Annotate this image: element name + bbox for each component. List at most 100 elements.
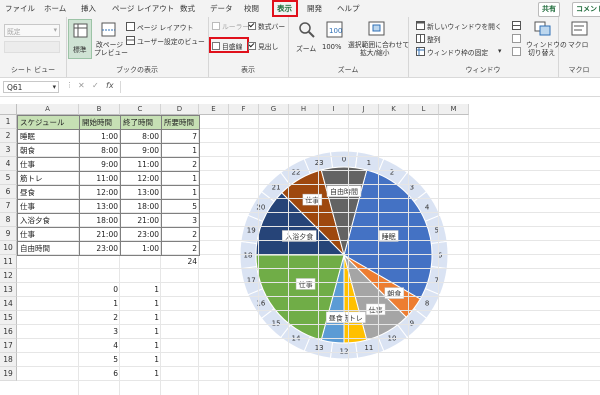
ruler-checkbox[interactable]: ルーラー (212, 21, 249, 31)
sheet-grid[interactable]: 01234567891011121314151617181920212223睡眠… (0, 104, 600, 395)
table-cell[interactable]: 12:00 (120, 171, 162, 186)
cancel-icon[interactable]: ✕ (78, 81, 85, 90)
column-header[interactable]: B (79, 104, 120, 115)
table-cell[interactable]: 8:00 (79, 143, 121, 158)
row-header[interactable]: 5 (0, 171, 17, 185)
menu-file[interactable]: ファイル (5, 3, 35, 14)
column-header[interactable]: D (161, 104, 199, 115)
hour-size-cell[interactable]: 1 (120, 367, 161, 381)
menu-insert[interactable]: 挿入 (81, 3, 96, 14)
menu-developer[interactable]: 開発 (307, 3, 322, 14)
column-header[interactable]: E (199, 104, 229, 115)
menu-home[interactable]: ホーム (44, 3, 66, 14)
hour-cell[interactable]: 1 (79, 297, 120, 311)
table-cell[interactable]: 9:00 (120, 143, 162, 158)
table-cell[interactable]: 11:00 (120, 157, 162, 172)
normal-view-button[interactable]: 標準 (68, 19, 92, 59)
hide-button[interactable] (512, 34, 524, 44)
column-header[interactable]: M (439, 104, 469, 115)
row-header[interactable]: 3 (0, 143, 17, 157)
zoom-100-button[interactable]: 100 100% (322, 19, 346, 55)
column-header[interactable]: K (379, 104, 409, 115)
column-header[interactable]: A (17, 104, 79, 115)
table-cell[interactable]: 昼食 (17, 185, 80, 200)
new-window-button[interactable]: 新しいウィンドウを開く (416, 21, 508, 31)
comment-button[interactable]: コメント (572, 2, 600, 17)
table-cell[interactable]: 1 (161, 171, 200, 186)
table-cell[interactable]: 朝食 (17, 143, 80, 158)
custom-views-button[interactable]: ユーザー設定のビュー (126, 35, 206, 46)
hour-cell[interactable]: 3 (79, 325, 120, 339)
split-button[interactable] (512, 21, 524, 31)
row-header[interactable]: 14 (0, 297, 17, 311)
column-header[interactable]: F (229, 104, 259, 115)
row-header[interactable]: 13 (0, 283, 17, 297)
table-cell[interactable]: 7 (161, 129, 200, 144)
arrange-button[interactable]: 整列 (416, 34, 456, 44)
row-header[interactable]: 2 (0, 129, 17, 143)
table-header-cell[interactable]: 終了時間 (120, 115, 162, 130)
table-header-cell[interactable]: スケジュール (17, 115, 80, 130)
column-header[interactable]: J (349, 104, 379, 115)
headings-checkbox[interactable]: 見出し (248, 41, 286, 51)
row-header[interactable]: 15 (0, 311, 17, 325)
menu-review[interactable]: 校閲 (244, 3, 259, 14)
table-cell[interactable]: 入浴夕食 (17, 213, 80, 228)
table-cell[interactable]: 21:00 (120, 213, 162, 228)
sheet-view-dropdown[interactable]: 既定 ▾ (4, 24, 60, 37)
hour-size-cell[interactable]: 1 (120, 339, 161, 353)
table-cell[interactable]: 23:00 (79, 241, 121, 256)
row-header[interactable]: 19 (0, 367, 17, 381)
table-cell[interactable]: 18:00 (79, 213, 121, 228)
page-layout-button[interactable]: ページ レイアウト (126, 21, 206, 32)
row-header[interactable]: 12 (0, 269, 17, 283)
table-cell[interactable]: 2 (161, 157, 200, 172)
table-cell[interactable]: 1:00 (120, 241, 162, 256)
table-cell[interactable]: 23:00 (120, 227, 162, 242)
row-header[interactable]: 6 (0, 185, 17, 199)
hour-cell[interactable]: 4 (79, 339, 120, 353)
table-cell[interactable]: 12:00 (79, 185, 121, 200)
fx-icon[interactable]: fx (106, 81, 114, 90)
row-header[interactable]: 8 (0, 213, 17, 227)
name-box[interactable]: Q61 ▾ (3, 81, 59, 93)
table-cell[interactable]: 8:00 (120, 129, 162, 144)
hour-size-cell[interactable]: 1 (120, 297, 161, 311)
total-cell[interactable]: 24 (161, 255, 199, 269)
hour-size-cell[interactable]: 1 (120, 283, 161, 297)
table-cell[interactable]: 2 (161, 227, 200, 242)
table-cell[interactable]: 1:00 (79, 129, 121, 144)
column-header[interactable]: C (120, 104, 161, 115)
table-cell[interactable]: 13:00 (79, 199, 121, 214)
table-cell[interactable]: 仕事 (17, 199, 80, 214)
hour-cell[interactable]: 5 (79, 353, 120, 367)
table-cell[interactable]: 自由時間 (17, 241, 80, 256)
table-cell[interactable]: 13:00 (120, 185, 162, 200)
column-header[interactable]: H (289, 104, 319, 115)
table-cell[interactable]: 11:00 (79, 171, 121, 186)
hour-cell[interactable]: 0 (79, 283, 120, 297)
table-cell[interactable]: 9:00 (79, 157, 121, 172)
select-all-corner[interactable] (0, 104, 17, 115)
row-header[interactable]: 18 (0, 353, 17, 367)
menu-formulas[interactable]: 数式 (180, 3, 195, 14)
table-cell[interactable]: 睡眠 (17, 129, 80, 144)
row-header[interactable]: 11 (0, 255, 17, 269)
menu-data[interactable]: データ (210, 3, 233, 14)
column-header[interactable]: I (319, 104, 349, 115)
formula-bar-checkbox[interactable]: 数式バー (248, 21, 286, 31)
enter-icon[interactable]: ✓ (92, 81, 99, 90)
row-header[interactable]: 9 (0, 227, 17, 241)
table-cell[interactable]: 1 (161, 143, 200, 158)
share-button[interactable]: 共有 (538, 2, 560, 17)
table-cell[interactable]: 18:00 (120, 199, 162, 214)
page-break-preview-button[interactable]: 改ページ プレビュー (94, 19, 128, 59)
column-header[interactable]: L (409, 104, 439, 115)
row-header[interactable]: 4 (0, 157, 17, 171)
table-cell[interactable]: 1 (161, 185, 200, 200)
switch-windows-button[interactable]: ウィンドウの 切り替え (526, 19, 567, 59)
hour-size-cell[interactable]: 1 (120, 353, 161, 367)
table-cell[interactable]: 2 (161, 241, 200, 256)
pie-chart[interactable]: 01234567891011121314151617181920212223睡眠… (238, 149, 450, 361)
menu-page-layout[interactable]: ページ レイアウト (112, 3, 174, 14)
